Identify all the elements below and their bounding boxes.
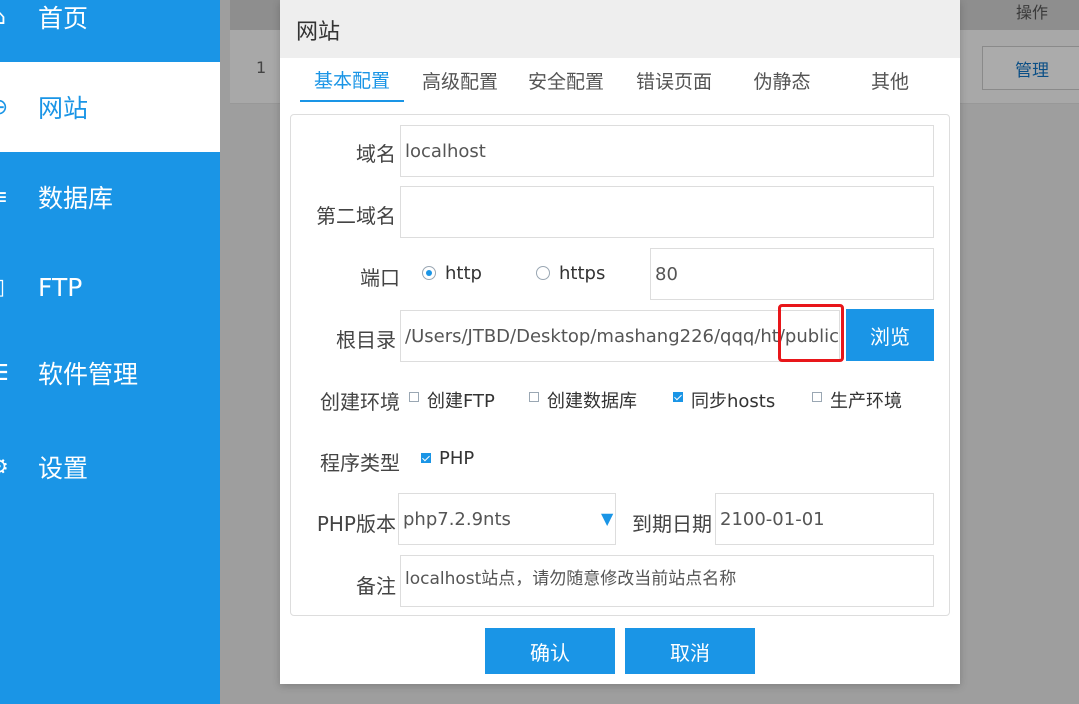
sidebar-item-label: 数据库 <box>38 184 114 213</box>
tab-other[interactable]: 其他 <box>838 58 942 102</box>
tab-advanced-config[interactable]: 高级配置 <box>408 58 512 102</box>
note-textarea[interactable]: localhost站点，请勿随意修改当前站点名称 <box>400 555 934 607</box>
https-radio-label: https <box>559 263 606 284</box>
expire-date-input[interactable]: 2100-01-01 <box>715 493 934 545</box>
gear-icon: ⚙ <box>0 454 12 480</box>
browse-button[interactable]: 浏览 <box>846 309 934 361</box>
confirm-button[interactable]: 确认 <box>485 628 615 674</box>
sidebar-item-label: 首页 <box>38 4 89 33</box>
sidebar-item-settings[interactable]: ⚙ 设置 <box>0 422 220 512</box>
sidebar-item-database[interactable]: ≡ 数据库 <box>0 152 220 242</box>
program-type-label: 程序类型 <box>320 451 400 475</box>
php-version-label: PHP版本 <box>316 512 396 536</box>
manage-button[interactable]: 管理 <box>982 46 1079 90</box>
create-database-checkbox[interactable] <box>529 392 539 402</box>
create-database-label: 创建数据库 <box>547 391 637 412</box>
tab-rewrite[interactable]: 伪静态 <box>730 58 834 102</box>
port-input[interactable]: 80 <box>650 248 934 300</box>
tab-error-page[interactable]: 错误页面 <box>622 58 726 102</box>
php-version-value: php7.2.9nts <box>403 508 511 530</box>
php-version-select[interactable]: php7.2.9nts <box>398 493 616 545</box>
create-ftp-label: 创建FTP <box>427 391 495 412</box>
sidebar-item-software[interactable]: ☰ 软件管理 <box>0 328 220 418</box>
website-modal: 网站 基本配置 高级配置 安全配置 错误页面 伪静态 其他 域名 localho… <box>280 0 960 684</box>
sidebar: ⌂ 首页 ⊕ 网站 ≡ 数据库 ▯ FTP ☰ 软件管理 ⚙ 设置 <box>0 0 220 704</box>
second-domain-label: 第二域名 <box>316 204 396 228</box>
ftp-icon: ▯ <box>0 274 12 300</box>
modal-title: 网站 <box>296 20 341 45</box>
http-radio[interactable] <box>422 266 436 280</box>
database-icon: ≡ <box>0 184 12 210</box>
sidebar-item-ftp[interactable]: ▯ FTP <box>0 242 220 332</box>
globe-icon: ⊕ <box>0 94 12 120</box>
highlight-box <box>778 304 844 362</box>
dropdown-arrow-icon[interactable]: ▼ <box>601 509 613 528</box>
cancel-button[interactable]: 取消 <box>625 628 755 674</box>
tab-bar: 基本配置 高级配置 安全配置 错误页面 伪静态 其他 <box>300 58 940 104</box>
sidebar-item-home[interactable]: ⌂ 首页 <box>0 0 220 62</box>
list-icon: ☰ <box>0 360 12 386</box>
home-icon: ⌂ <box>0 4 12 30</box>
production-env-checkbox[interactable] <box>812 392 822 402</box>
sidebar-item-label: 网站 <box>38 94 89 123</box>
http-radio-label: http <box>445 263 482 284</box>
root-dir-input[interactable]: /Users/JTBD/Desktop/mashang226/qqq/ht/pu… <box>400 310 840 362</box>
port-label: 端口 <box>360 266 400 290</box>
domain-label: 域名 <box>356 142 396 166</box>
sidebar-item-label: 设置 <box>38 454 89 483</box>
tab-basic-config[interactable]: 基本配置 <box>300 58 404 102</box>
tab-security-config[interactable]: 安全配置 <box>516 58 616 102</box>
sidebar-item-website[interactable]: ⊕ 网站 <box>0 62 220 152</box>
sidebar-item-label: FTP <box>38 272 83 302</box>
php-checkbox[interactable] <box>421 453 431 463</box>
expire-date-label: 到期日期 <box>632 512 712 536</box>
https-radio[interactable] <box>536 266 550 280</box>
sync-hosts-label: 同步hosts <box>691 391 776 412</box>
production-env-label: 生产环境 <box>830 391 902 412</box>
domain-input[interactable]: localhost <box>400 125 934 177</box>
sidebar-item-label: 软件管理 <box>38 360 139 389</box>
php-checkbox-label: PHP <box>439 448 475 469</box>
root-dir-label: 根目录 <box>336 328 396 352</box>
create-env-label: 创建环境 <box>320 390 400 414</box>
create-ftp-checkbox[interactable] <box>409 392 419 402</box>
table-row-number: 1 <box>256 58 267 77</box>
column-header-operation: 操作 <box>1016 3 1049 22</box>
modal-title-bar: 网站 <box>280 0 960 58</box>
second-domain-input[interactable] <box>400 186 934 238</box>
note-label: 备注 <box>356 574 396 598</box>
sync-hosts-checkbox[interactable] <box>673 392 683 402</box>
